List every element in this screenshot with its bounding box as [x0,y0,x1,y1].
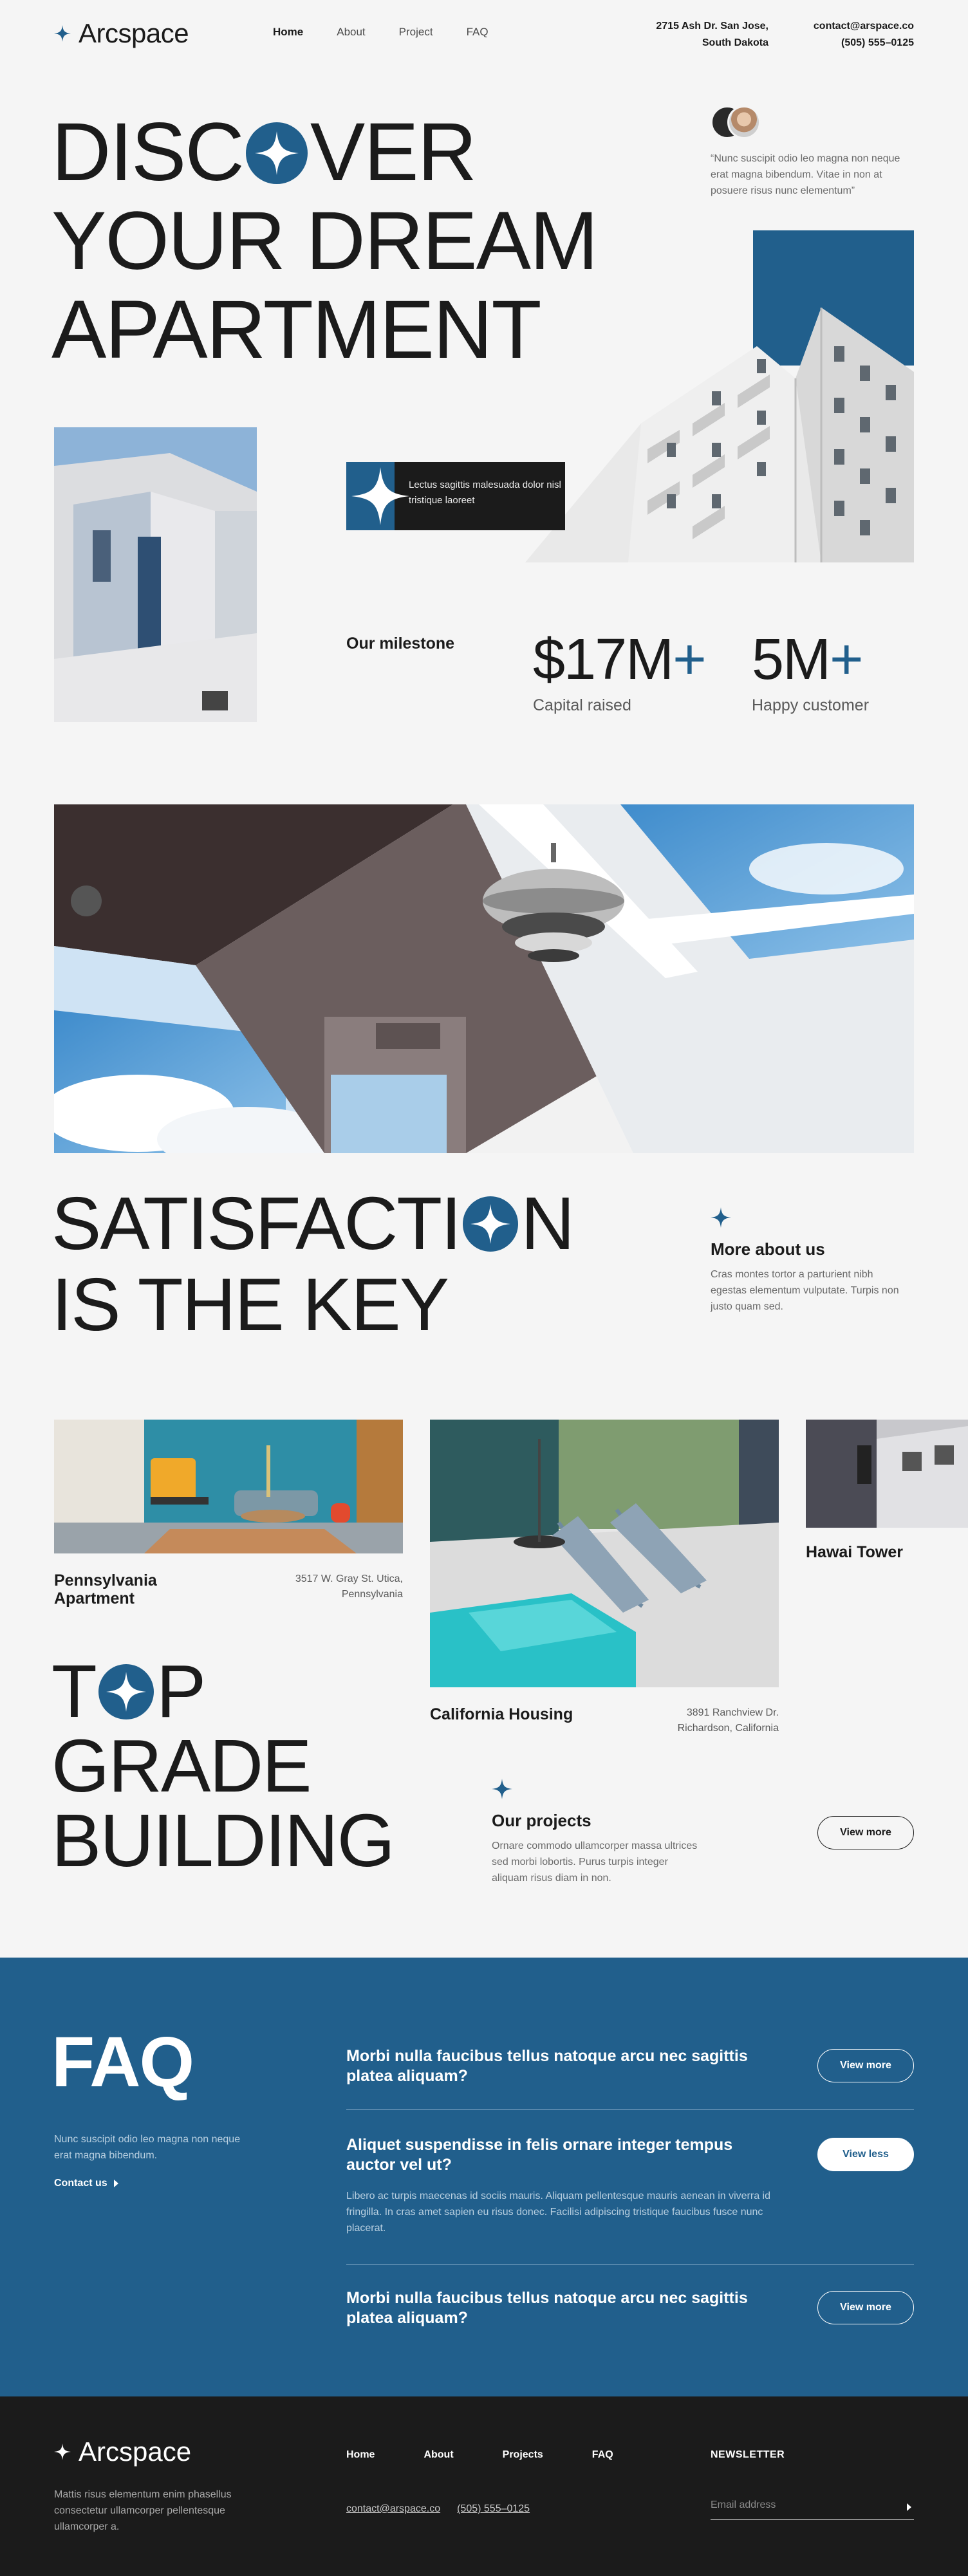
faq-question[interactable]: Morbi nulla faucibus tellus natoque arcu… [346,2288,758,2328]
project-card-image[interactable] [806,1420,968,1528]
project-card-address: 3891 Ranchview Dr. Richardson, Californi… [678,1705,779,1736]
milestone-label: Our milestone [346,635,455,653]
more-about-title: More about us [711,1239,825,1259]
testimonial-avatars [711,106,762,139]
footer-nav-home[interactable]: Home [346,2449,375,2461]
footer-menu: Home About Projects FAQ [346,2449,613,2461]
arrow-right-icon [113,2180,118,2187]
address-line: 3891 Ranchview Dr. [686,1707,779,1718]
nav-about[interactable]: About [337,26,365,39]
footer: Arcspace Mattis risus elementum enim pha… [0,2396,968,2576]
header-contact: contact@arspace.co (505) 555–0125 [814,18,914,51]
four-point-star-icon [351,467,409,525]
send-arrow-icon[interactable] [907,2503,911,2511]
sat-title-part: N [521,1181,575,1265]
stat-plus: + [673,627,707,692]
newsletter-email-input[interactable] [711,2494,891,2511]
address-line: 3517 W. Gray St. Utica, [295,1573,403,1584]
faq-view-less-button[interactable]: View less [817,2138,914,2171]
interior-skylight-photo [54,804,914,1153]
footer-nav-projects[interactable]: Projects [503,2449,543,2461]
feature-tag-text: Lectus sagittis malesuada dolor nisl tri… [408,479,561,506]
address-line-1: 2715 Ash Dr. San Jose, [656,21,768,32]
nav-home[interactable]: Home [273,26,303,39]
stat-plus: + [830,627,864,692]
header-phone[interactable]: (505) 555–0125 [814,35,914,51]
star-o-icon [245,122,308,184]
faq-section: FAQ Nunc suscipit odio leo magna non neq… [0,1958,968,2396]
faq-divider [346,2109,914,2110]
brand-name: Arcspace [79,2436,192,2467]
star-o-icon [463,1196,519,1252]
address-line: Richardson, California [677,1723,779,1734]
contact-us-link[interactable]: Contact us [54,2178,118,2189]
brand-name: Arcspace [79,18,189,48]
footer-nav-faq[interactable]: FAQ [592,2449,613,2461]
faq-view-more-button[interactable]: View more [817,2049,914,2082]
four-point-star-icon [54,25,71,42]
faq-subtitle: Nunc suscipit odio leo magna non neque e… [54,2134,241,2161]
stat-value: 5M [752,627,831,692]
hero-title-part: DISC [51,106,245,198]
brand-logo[interactable]: Arcspace [54,18,189,49]
project-card-title[interactable]: Hawai Tower [806,1543,903,1561]
hero-title-part: VER [310,106,477,198]
faq-view-more-button[interactable]: View more [817,2291,914,2324]
faq-title: FAQ [51,2023,194,2102]
stat-label: Capital raised [533,696,631,714]
four-point-star-icon [711,1207,731,1228]
our-projects-text: Ornare commodo ullamcorper massa ultrice… [492,1840,698,1884]
house-photo [54,427,257,722]
top-title-line-2: GRADE [51,1724,312,1808]
top-grade-title: TP GRADE BUILDING [51,1654,395,1882]
star-badge [346,462,409,530]
avatar [727,106,761,139]
view-more-projects-button[interactable]: View more [817,1816,914,1849]
newsletter-form [711,2494,914,2520]
our-projects-title: Our projects [492,1811,591,1830]
address-line-2: South Dakota [702,37,768,48]
sat-title-part: SATISFACTI [51,1181,461,1265]
faq-question[interactable]: Aliquet suspendisse in felis ornare inte… [346,2135,758,2175]
newsletter-label: NEWSLETTER [711,2449,785,2460]
main-menu: Home About Project FAQ [273,26,489,39]
four-point-star-icon [54,2443,71,2460]
footer-logo[interactable]: Arcspace [54,2436,191,2467]
top-title-part: P [156,1649,206,1733]
project-card-address: 3517 W. Gray St. Utica, Pennsylvania [295,1571,403,1602]
project-card-image[interactable] [54,1420,403,1553]
address-line: Pennsylvania [341,1589,403,1600]
nav-project[interactable]: Project [399,26,433,39]
faq-question[interactable]: Morbi nulla faucibus tellus natoque arcu… [346,2046,758,2086]
footer-email[interactable]: contact@arspace.co [346,2503,440,2515]
top-title-line-3: BUILDING [51,1799,395,1882]
page: Arcspace Home About Project FAQ 2715 Ash… [0,0,968,2576]
faq-divider [346,2264,914,2265]
top-nav: Arcspace Home About Project FAQ 2715 Ash… [0,0,968,64]
star-o-icon [98,1664,154,1719]
testimonial-quote: “Nunc suscipit odio leo magna non neque … [711,153,900,196]
more-about-text: Cras montes tortor a parturient nibh ege… [711,1269,899,1312]
header-email[interactable]: contact@arspace.co [814,18,914,35]
nav-faq[interactable]: FAQ [467,26,489,39]
four-point-star-icon [492,1779,512,1799]
project-card-title[interactable]: California Housing [430,1705,573,1723]
contact-us-label: Contact us [54,2178,107,2189]
satisfaction-title: SATISFACTI N IS THE KEY [51,1181,575,1346]
stat-customers: 5M+ Happy customer [752,631,869,715]
footer-contacts: contact@arspace.co (505) 555–0125 [346,2503,530,2515]
top-title-part: T [51,1649,97,1733]
stat-value: $17M [533,627,674,692]
feature-tag: Lectus sagittis malesuada dolor nisl tri… [346,462,565,530]
footer-description: Mattis risus elementum enim phasellus co… [54,2489,232,2532]
project-card-image[interactable] [430,1420,779,1687]
sat-title-line-2: IS THE KEY [51,1263,449,1346]
header-address: 2715 Ash Dr. San Jose, South Dakota [656,18,768,51]
project-card-title[interactable]: Pennsylvania Apartment [54,1571,196,1608]
faq-answer: Libero ac turpis maecenas id sociis maur… [346,2191,770,2234]
footer-nav-about[interactable]: About [424,2449,453,2461]
stat-capital: $17M+ Capital raised [533,631,707,715]
footer-phone[interactable]: (505) 555–0125 [457,2503,530,2515]
stat-label: Happy customer [752,696,870,714]
